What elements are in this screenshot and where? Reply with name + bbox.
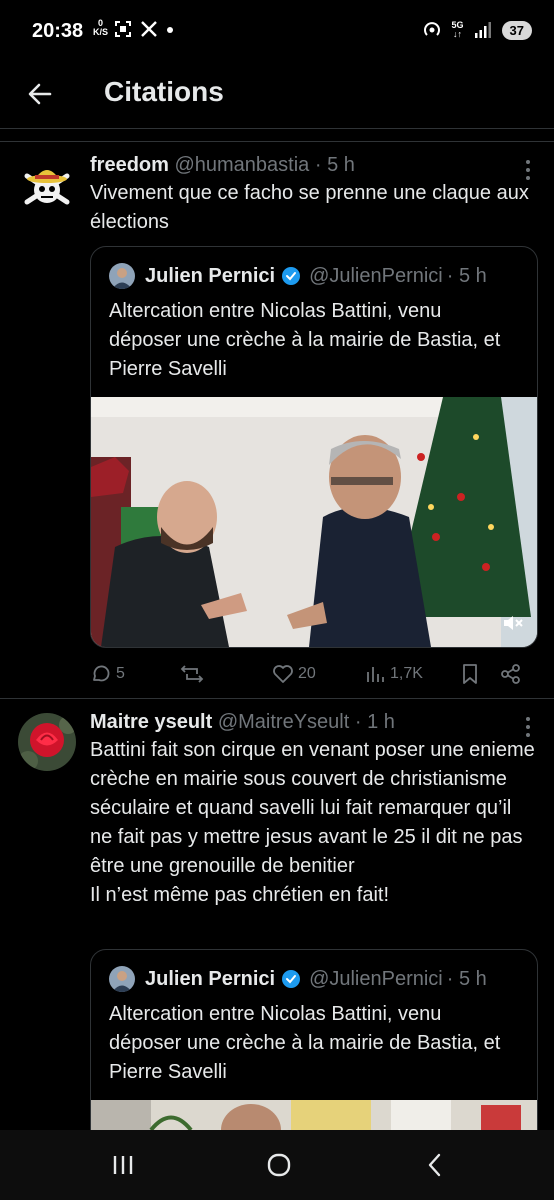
author-name[interactable]: freedom: [90, 154, 169, 176]
repost-icon: [180, 665, 204, 683]
page-title: Citations: [104, 76, 224, 107]
quoted-author-handle: @JulienPernici: [309, 264, 443, 287]
recent-apps-button[interactable]: [106, 1148, 140, 1182]
home-icon: [267, 1153, 291, 1177]
page-header: Citations: [0, 62, 554, 129]
heart-icon: [273, 665, 293, 683]
post-freedom[interactable]: freedom @humanbastia · 5 h Vivement que …: [0, 142, 554, 699]
post-text: Vivement que ce facho se prenne une claq…: [90, 182, 529, 233]
author-handle[interactable]: @MaitreYseult: [218, 711, 349, 733]
share-icon: [501, 664, 520, 684]
quoted-post-text: Altercation entre Nicolas Battini, venu …: [109, 300, 501, 380]
divider: [0, 129, 554, 142]
muted-volume-icon[interactable]: [501, 611, 525, 635]
battery-indicator: 37: [501, 20, 532, 40]
verified-badge-icon: [282, 267, 301, 285]
views-button[interactable]: 1,7K: [364, 663, 460, 685]
quoted-post[interactable]: Julien Pernici @JulienPernici · 5 h Alte…: [90, 246, 538, 648]
quoted-video[interactable]: [91, 397, 537, 647]
status-time: 20:38: [32, 20, 84, 42]
quoted-post-text: Altercation entre Nicolas Battini, venu …: [109, 1003, 501, 1083]
author-name[interactable]: Maitre yseult: [90, 711, 212, 733]
more-options-icon[interactable]: [526, 717, 532, 741]
x-app-icon: [141, 21, 157, 37]
recent-apps-icon: [113, 1156, 133, 1174]
home-button[interactable]: [262, 1148, 296, 1182]
post-time: · 5 h: [314, 154, 355, 176]
reply-button[interactable]: 5: [90, 663, 180, 685]
more-notifications-dot-icon: [167, 27, 173, 33]
avatar[interactable]: [18, 713, 76, 771]
post-time: · 1 h: [354, 711, 395, 733]
bookmark-icon: [463, 664, 477, 684]
straw-hat-skull-avatar-image: [18, 156, 76, 214]
reply-icon: [93, 665, 110, 682]
post-text-paragraph: Il n’est même pas chrétien en fait!: [90, 884, 390, 906]
repost-button[interactable]: [180, 663, 272, 685]
system-icons: 5G ↓↑ 37: [422, 20, 532, 40]
network-speed: 0 K/S: [93, 18, 109, 37]
view-count: 1,7K: [390, 665, 423, 682]
quoted-author-handle: @JulienPernici: [309, 967, 443, 990]
post-meta: freedom @humanbastia · 5 h: [90, 154, 536, 177]
views-icon: [367, 667, 384, 682]
back-chevron-icon: [428, 1153, 441, 1177]
quoted-post-time: · 5 h: [446, 967, 487, 990]
hotspot-icon: [423, 22, 440, 36]
share-button[interactable]: [500, 663, 522, 685]
back-arrow-icon[interactable]: [24, 78, 56, 110]
post-text-paragraph: Battini fait son cirque en venant poser …: [90, 739, 535, 877]
post-body: Maitre yseult @MaitreYseult · 1 h Battin…: [90, 711, 536, 910]
avatar[interactable]: [18, 156, 76, 214]
post-actions: 5 20 1,7K: [90, 660, 532, 688]
quoted-author-avatar: [109, 263, 135, 289]
red-rose-avatar-image: [18, 713, 76, 771]
video-thumbnail-image: [91, 397, 537, 647]
like-count: 20: [298, 665, 316, 682]
quoted-post-meta: Julien Pernici @JulienPernici · 5 h: [109, 966, 487, 992]
like-button[interactable]: 20: [272, 663, 364, 685]
quoted-author-avatar: [109, 966, 135, 992]
quoted-author-name: Julien Pernici: [145, 967, 276, 990]
reply-count: 5: [116, 665, 125, 682]
quoted-post-meta: Julien Pernici @JulienPernici · 5 h: [109, 263, 487, 289]
android-navigation-bar: [0, 1130, 554, 1200]
screenshot-icon: [115, 21, 131, 37]
post-meta: Maitre yseult @MaitreYseult · 1 h: [90, 711, 536, 734]
bookmark-button[interactable]: [460, 663, 500, 685]
author-handle[interactable]: @humanbastia: [174, 154, 309, 176]
post-text: Battini fait son cirque en venant poser …: [90, 736, 536, 910]
quoted-post[interactable]: Julien Pernici @JulienPernici · 5 h Alte…: [90, 949, 538, 1151]
notification-icons: [114, 20, 174, 38]
status-bar: 20:38 0 K/S 5G ↓↑ 37: [0, 0, 554, 62]
post-maitre-yseult[interactable]: Maitre yseult @MaitreYseult · 1 h Battin…: [0, 699, 554, 1151]
more-options-icon[interactable]: [526, 160, 532, 184]
back-button[interactable]: [418, 1148, 452, 1182]
network-type: 5G ↓↑: [451, 20, 464, 39]
quoted-post-time: · 5 h: [446, 264, 487, 287]
verified-badge-icon: [282, 970, 301, 988]
quoted-author-name: Julien Pernici: [145, 264, 276, 287]
post-body: freedom @humanbastia · 5 h Vivement que …: [90, 154, 536, 237]
signal-icon: [474, 22, 491, 38]
